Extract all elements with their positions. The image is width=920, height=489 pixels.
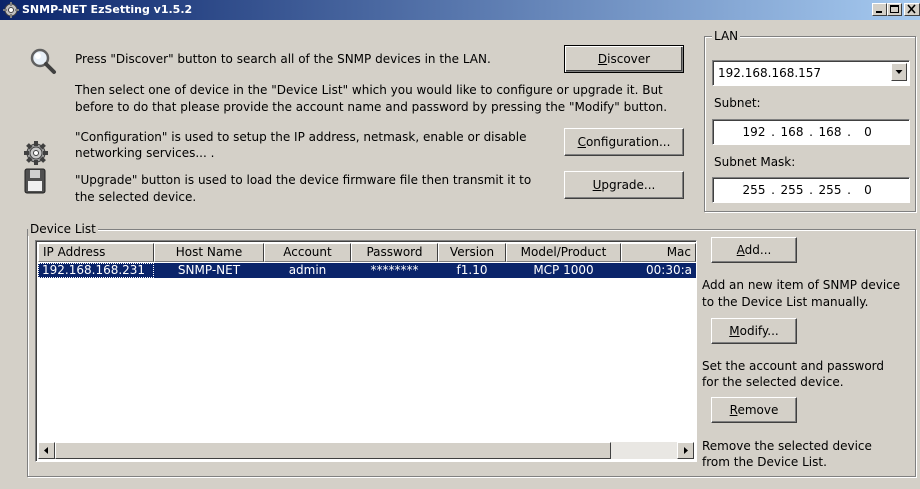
remove-description-1: Remove the selected device <box>702 439 872 453</box>
column-header-password[interactable]: Password <box>351 243 438 262</box>
app-icon <box>3 2 19 18</box>
mask-octet-2: 255 <box>780 183 804 197</box>
config-instruction-1: "Configuration" is used to setup the IP … <box>75 130 527 144</box>
config-instruction-2: networking services... . <box>75 146 215 160</box>
column-header-account[interactable]: Account <box>264 243 351 262</box>
add-description-1: Add an new item of SNMP device <box>702 278 901 292</box>
mask-octet-3: 255 <box>818 183 842 197</box>
cell-version: f1.10 <box>456 263 488 277</box>
table-row[interactable]: 192.168.168.231 SNMP-NET admin ******** … <box>38 263 696 278</box>
upgrade-button[interactable]: Upgrade... <box>564 171 684 199</box>
subnet-octet-3: 168 <box>818 125 842 139</box>
list-header: IP Address Host Name Account Password Ve… <box>38 243 696 262</box>
add-description-2: to the Device List manually. <box>702 295 869 309</box>
add-button[interactable]: Add... <box>711 237 797 263</box>
cell-account: admin <box>288 263 327 277</box>
chevron-down-icon <box>895 70 903 74</box>
discover-instruction: Press "Discover" button to search all of… <box>75 52 491 66</box>
gear-icon <box>22 139 50 170</box>
mask-octet-1: 255 <box>742 183 766 197</box>
cell-password: ******** <box>370 263 419 277</box>
arrow-left-icon <box>44 447 48 454</box>
select-instruction-2: before to do that please provide the acc… <box>75 100 668 114</box>
device-list-legend: Device List <box>28 222 98 236</box>
lan-ip-combo[interactable]: 192.168.168.157 <box>712 60 910 86</box>
minimize-button[interactable] <box>872 3 887 16</box>
discover-button[interactable]: Discover <box>564 45 684 73</box>
magnifier-icon <box>28 46 58 79</box>
column-header-host[interactable]: Host Name <box>154 243 264 262</box>
cell-ip: 192.168.168.231 <box>38 263 154 278</box>
subnet-field[interactable]: 192. 168. 168. 0 <box>712 119 910 145</box>
select-instruction-1: Then select one of device in the "Device… <box>75 83 663 97</box>
subnet-octet-2: 168 <box>780 125 804 139</box>
device-list-view[interactable]: IP Address Host Name Account Password Ve… <box>35 240 697 462</box>
remove-button[interactable]: Remove <box>711 397 797 423</box>
mask-octet-4: 0 <box>864 183 872 197</box>
subnet-octet-4: 0 <box>864 125 872 139</box>
maximize-button[interactable] <box>887 3 902 16</box>
cell-host: SNMP-NET <box>177 263 241 277</box>
lan-legend: LAN <box>712 29 741 43</box>
close-icon <box>907 4 916 14</box>
modify-description-2: for the selected device. <box>702 375 844 389</box>
column-header-mac[interactable]: Mac <box>621 243 696 262</box>
scroll-left-button[interactable] <box>38 442 55 459</box>
minimize-icon <box>876 11 882 13</box>
column-header-model[interactable]: Model/Product <box>506 243 621 262</box>
subnet-octet-1: 192 <box>742 125 766 139</box>
remove-description-2: from the Device List. <box>702 455 827 469</box>
combo-dropdown-button[interactable] <box>891 63 907 81</box>
maximize-icon <box>890 5 899 13</box>
upgrade-instruction-2: the selected device. <box>75 190 197 204</box>
upgrade-instruction-1: "Upgrade" button is used to load the dev… <box>75 173 532 187</box>
disk-icon <box>22 167 48 198</box>
horizontal-scrollbar[interactable] <box>38 442 694 459</box>
scroll-thumb[interactable] <box>55 442 611 459</box>
cell-model: MCP 1000 <box>533 263 594 277</box>
subnet-mask-label: Subnet Mask: <box>714 155 796 169</box>
scroll-right-button[interactable] <box>677 442 694 459</box>
subnet-label: Subnet: <box>714 96 761 110</box>
cell-mac: 00:30:a <box>646 263 692 277</box>
column-header-version[interactable]: Version <box>438 243 506 262</box>
configuration-button[interactable]: Configuration... <box>564 128 684 156</box>
lan-ip-value: 192.168.168.157 <box>718 66 822 80</box>
window-title: SNMP-NET EzSetting v1.5.2 <box>22 3 193 16</box>
close-button[interactable] <box>904 3 920 16</box>
column-header-ip[interactable]: IP Address <box>38 243 154 262</box>
arrow-right-icon <box>684 447 688 454</box>
modify-description-1: Set the account and password <box>702 359 885 373</box>
modify-button[interactable]: Modify... <box>711 318 797 344</box>
subnet-mask-field[interactable]: 255. 255. 255. 0 <box>712 177 910 203</box>
